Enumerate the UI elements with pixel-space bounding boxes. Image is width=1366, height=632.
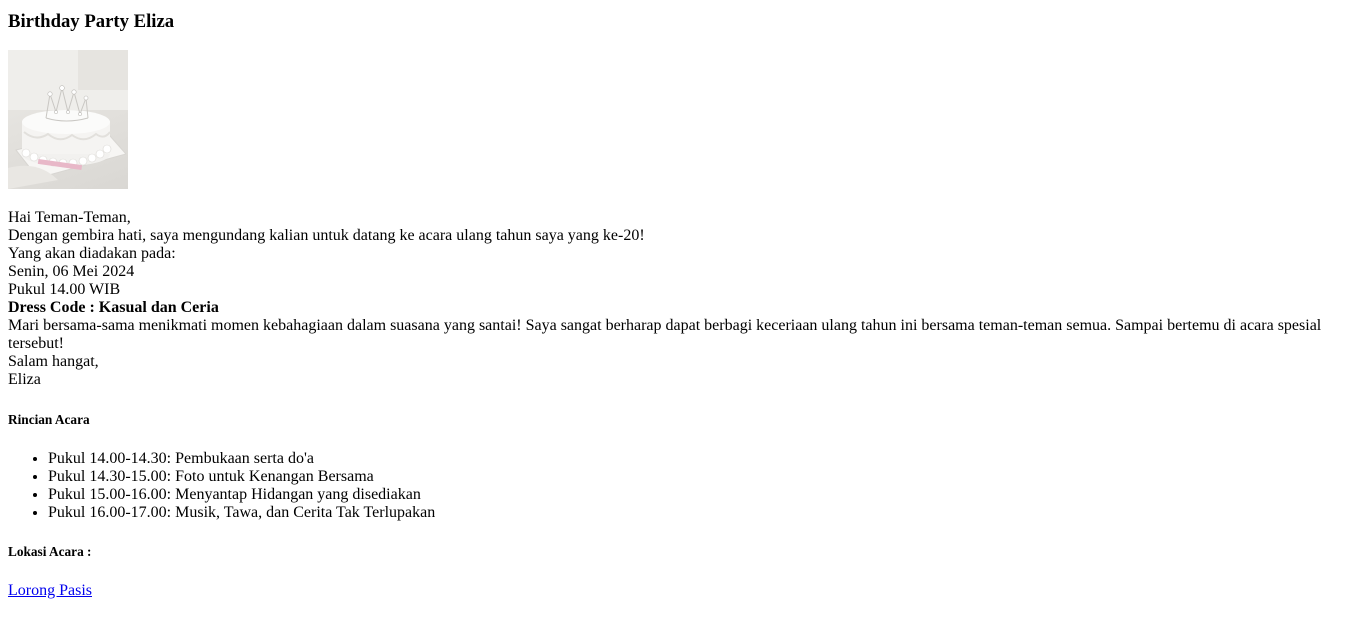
schedule-item: Pukul 14.00-14.30: Pembukaan serta do'a bbox=[48, 450, 1358, 468]
schedule-item: Pukul 16.00-17.00: Musik, Tawa, dan Ceri… bbox=[48, 504, 1358, 522]
cake-illustration bbox=[8, 50, 128, 189]
invitation-letter: Hai Teman-Teman, Dengan gembira hati, sa… bbox=[8, 209, 1358, 389]
schedule-item: Pukul 15.00-16.00: Menyantap Hidangan ya… bbox=[48, 486, 1358, 504]
location-link[interactable]: Lorong Pasis bbox=[8, 582, 92, 600]
held-on-text: Yang akan diadakan pada: bbox=[8, 245, 176, 262]
schedule-item: Pukul 14.30-15.00: Foto untuk Kenangan B… bbox=[48, 468, 1358, 486]
event-time: Pukul 14.00 WIB bbox=[8, 281, 121, 298]
location-heading: Lokasi Acara : bbox=[8, 544, 92, 559]
cake-photo bbox=[8, 50, 128, 189]
dress-code: Dress Code : Kasual dan Ceria bbox=[8, 299, 219, 316]
invitation-text: Dengan gembira hati, saya mengundang kal… bbox=[8, 227, 645, 244]
closing-text: Salam hangat, bbox=[8, 353, 99, 370]
message-text: Mari bersama-sama menikmati momen kebaha… bbox=[8, 317, 1322, 352]
greeting-text: Hai Teman-Teman, bbox=[8, 209, 131, 226]
signature-text: Eliza bbox=[8, 371, 41, 388]
page-title: Birthday Party Eliza bbox=[8, 11, 175, 32]
schedule-list: Pukul 14.00-14.30: Pembukaan serta do'a … bbox=[8, 450, 1358, 522]
event-date: Senin, 06 Mei 2024 bbox=[8, 263, 135, 280]
rundown-heading: Rincian Acara bbox=[8, 412, 90, 427]
